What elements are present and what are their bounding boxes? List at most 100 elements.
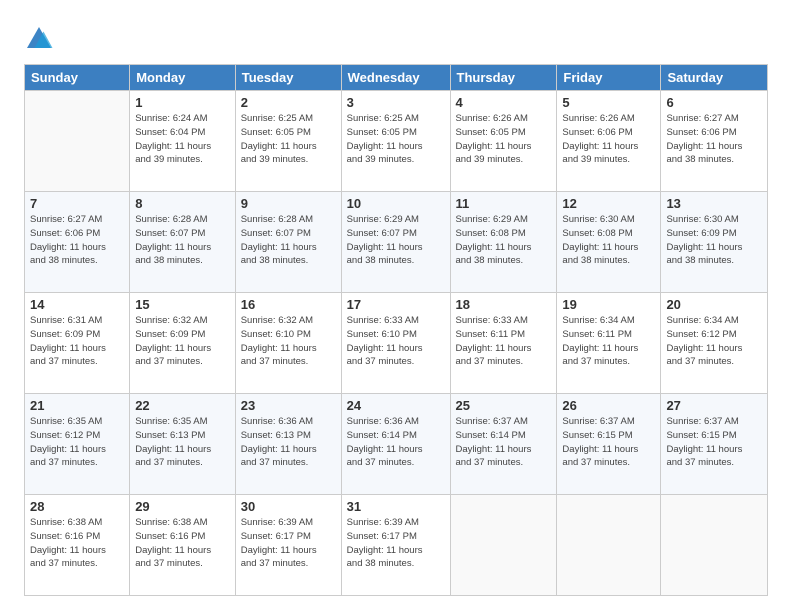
day-info: Sunrise: 6:37 AM Sunset: 6:15 PM Dayligh… (562, 415, 655, 470)
day-info: Sunrise: 6:25 AM Sunset: 6:05 PM Dayligh… (241, 112, 336, 167)
day-info: Sunrise: 6:26 AM Sunset: 6:05 PM Dayligh… (456, 112, 552, 167)
calendar-cell: 10Sunrise: 6:29 AM Sunset: 6:07 PM Dayli… (341, 192, 450, 293)
day-info: Sunrise: 6:27 AM Sunset: 6:06 PM Dayligh… (666, 112, 762, 167)
calendar-cell: 28 Sunrise: 6:38 AM Sunset: 6:16 PM Dayli… (25, 495, 130, 596)
day-info: Sunrise: 6:28 AM Sunset: 6:07 PM Dayligh… (241, 213, 336, 268)
calendar-cell: 3 Sunrise: 6:25 AM Sunset: 6:05 PM Daylig… (341, 91, 450, 192)
page: SundayMondayTuesdayWednesdayThursdayFrid… (0, 0, 792, 612)
day-info: Sunrise: 6:33 AM Sunset: 6:11 PM Dayligh… (456, 314, 552, 369)
header (24, 20, 768, 54)
calendar-cell: 24 Sunrise: 6:36 AM Sunset: 6:14 PM Dayli… (341, 394, 450, 495)
day-number: 18 (456, 297, 552, 312)
day-info: Sunrise: 6:25 AM Sunset: 6:05 PM Dayligh… (347, 112, 445, 167)
day-number: 19 (562, 297, 655, 312)
day-info: Sunrise: 6:37 AM Sunset: 6:14 PM Dayligh… (456, 415, 552, 470)
day-info: Sunrise: 6:28 AM Sunset: 6:07 PM Dayligh… (135, 213, 230, 268)
day-info: Sunrise: 6:36 AM Sunset: 6:14 PM Dayligh… (347, 415, 445, 470)
calendar-cell: 20 Sunrise: 6:34 AM Sunset: 6:12 PM Dayli… (661, 293, 768, 394)
day-number: 23 (241, 398, 336, 413)
col-header-wednesday: Wednesday (341, 65, 450, 91)
day-info: Sunrise: 6:27 AM Sunset: 6:06 PM Dayligh… (30, 213, 124, 268)
day-info: Sunrise: 6:35 AM Sunset: 6:12 PM Dayligh… (30, 415, 124, 470)
calendar-cell: 4Sunrise: 6:26 AM Sunset: 6:05 PM Daylig… (450, 91, 557, 192)
calendar-cell: 31 Sunrise: 6:39 AM Sunset: 6:17 PM Dayli… (341, 495, 450, 596)
calendar-cell: 9 Sunrise: 6:28 AM Sunset: 6:07 PM Daylig… (235, 192, 341, 293)
day-info: Sunrise: 6:31 AM Sunset: 6:09 PM Dayligh… (30, 314, 124, 369)
day-info: Sunrise: 6:34 AM Sunset: 6:11 PM Dayligh… (562, 314, 655, 369)
day-info: Sunrise: 6:32 AM Sunset: 6:09 PM Dayligh… (135, 314, 230, 369)
day-number: 6 (666, 95, 762, 110)
day-number: 24 (347, 398, 445, 413)
calendar-cell: 23 Sunrise: 6:36 AM Sunset: 6:13 PM Dayli… (235, 394, 341, 495)
calendar-cell: 14 Sunrise: 6:31 AM Sunset: 6:09 PM Dayli… (25, 293, 130, 394)
col-header-monday: Monday (130, 65, 236, 91)
day-info: Sunrise: 6:36 AM Sunset: 6:13 PM Dayligh… (241, 415, 336, 470)
logo (24, 24, 58, 54)
day-number: 11 (456, 196, 552, 211)
col-header-tuesday: Tuesday (235, 65, 341, 91)
calendar-cell: 2 Sunrise: 6:25 AM Sunset: 6:05 PM Daylig… (235, 91, 341, 192)
week-row-4: 21 Sunrise: 6:35 AM Sunset: 6:12 PM Dayli… (25, 394, 768, 495)
day-number: 12 (562, 196, 655, 211)
day-number: 13 (666, 196, 762, 211)
day-number: 29 (135, 499, 230, 514)
day-info: Sunrise: 6:30 AM Sunset: 6:09 PM Dayligh… (666, 213, 762, 268)
day-info: Sunrise: 6:39 AM Sunset: 6:17 PM Dayligh… (241, 516, 336, 571)
day-number: 21 (30, 398, 124, 413)
calendar-cell: 13 Sunrise: 6:30 AM Sunset: 6:09 PM Dayli… (661, 192, 768, 293)
calendar-cell: 16Sunrise: 6:32 AM Sunset: 6:10 PM Dayli… (235, 293, 341, 394)
calendar-cell: 8 Sunrise: 6:28 AM Sunset: 6:07 PM Daylig… (130, 192, 236, 293)
calendar-cell: 30 Sunrise: 6:39 AM Sunset: 6:17 PM Dayli… (235, 495, 341, 596)
day-info: Sunrise: 6:35 AM Sunset: 6:13 PM Dayligh… (135, 415, 230, 470)
week-row-2: 7 Sunrise: 6:27 AM Sunset: 6:06 PM Daylig… (25, 192, 768, 293)
day-number: 7 (30, 196, 124, 211)
day-number: 25 (456, 398, 552, 413)
day-number: 2 (241, 95, 336, 110)
day-info: Sunrise: 6:39 AM Sunset: 6:17 PM Dayligh… (347, 516, 445, 571)
col-header-thursday: Thursday (450, 65, 557, 91)
day-number: 26 (562, 398, 655, 413)
day-info: Sunrise: 6:37 AM Sunset: 6:15 PM Dayligh… (666, 415, 762, 470)
day-number: 31 (347, 499, 445, 514)
day-number: 28 (30, 499, 124, 514)
day-number: 22 (135, 398, 230, 413)
day-info: Sunrise: 6:29 AM Sunset: 6:08 PM Dayligh… (456, 213, 552, 268)
col-header-friday: Friday (557, 65, 661, 91)
logo-icon (24, 24, 54, 54)
col-header-saturday: Saturday (661, 65, 768, 91)
day-number: 27 (666, 398, 762, 413)
calendar-cell (25, 91, 130, 192)
calendar-cell: 15 Sunrise: 6:32 AM Sunset: 6:09 PM Dayli… (130, 293, 236, 394)
day-number: 30 (241, 499, 336, 514)
calendar-cell: 29 Sunrise: 6:38 AM Sunset: 6:16 PM Dayli… (130, 495, 236, 596)
day-info: Sunrise: 6:38 AM Sunset: 6:16 PM Dayligh… (30, 516, 124, 571)
day-number: 15 (135, 297, 230, 312)
day-number: 8 (135, 196, 230, 211)
day-number: 3 (347, 95, 445, 110)
calendar-cell: 19 Sunrise: 6:34 AM Sunset: 6:11 PM Dayli… (557, 293, 661, 394)
day-number: 14 (30, 297, 124, 312)
week-row-5: 28 Sunrise: 6:38 AM Sunset: 6:16 PM Dayli… (25, 495, 768, 596)
calendar-cell: 18 Sunrise: 6:33 AM Sunset: 6:11 PM Dayli… (450, 293, 557, 394)
calendar-cell: 7 Sunrise: 6:27 AM Sunset: 6:06 PM Daylig… (25, 192, 130, 293)
day-number: 9 (241, 196, 336, 211)
calendar-cell: 22 Sunrise: 6:35 AM Sunset: 6:13 PM Dayli… (130, 394, 236, 495)
col-header-sunday: Sunday (25, 65, 130, 91)
calendar-cell: 27 Sunrise: 6:37 AM Sunset: 6:15 PM Dayli… (661, 394, 768, 495)
calendar-cell: 25 Sunrise: 6:37 AM Sunset: 6:14 PM Dayli… (450, 394, 557, 495)
day-number: 17 (347, 297, 445, 312)
day-info: Sunrise: 6:38 AM Sunset: 6:16 PM Dayligh… (135, 516, 230, 571)
calendar-cell (450, 495, 557, 596)
day-info: Sunrise: 6:32 AM Sunset: 6:10 PM Dayligh… (241, 314, 336, 369)
calendar-table: SundayMondayTuesdayWednesdayThursdayFrid… (24, 64, 768, 596)
day-info: Sunrise: 6:34 AM Sunset: 6:12 PM Dayligh… (666, 314, 762, 369)
day-number: 20 (666, 297, 762, 312)
day-number: 10 (347, 196, 445, 211)
calendar-cell (557, 495, 661, 596)
day-number: 5 (562, 95, 655, 110)
week-row-1: 1Sunrise: 6:24 AM Sunset: 6:04 PM Daylig… (25, 91, 768, 192)
calendar-cell: 21 Sunrise: 6:35 AM Sunset: 6:12 PM Dayli… (25, 394, 130, 495)
day-info: Sunrise: 6:24 AM Sunset: 6:04 PM Dayligh… (135, 112, 230, 167)
calendar-cell: 17Sunrise: 6:33 AM Sunset: 6:10 PM Dayli… (341, 293, 450, 394)
calendar-cell: 26 Sunrise: 6:37 AM Sunset: 6:15 PM Dayli… (557, 394, 661, 495)
